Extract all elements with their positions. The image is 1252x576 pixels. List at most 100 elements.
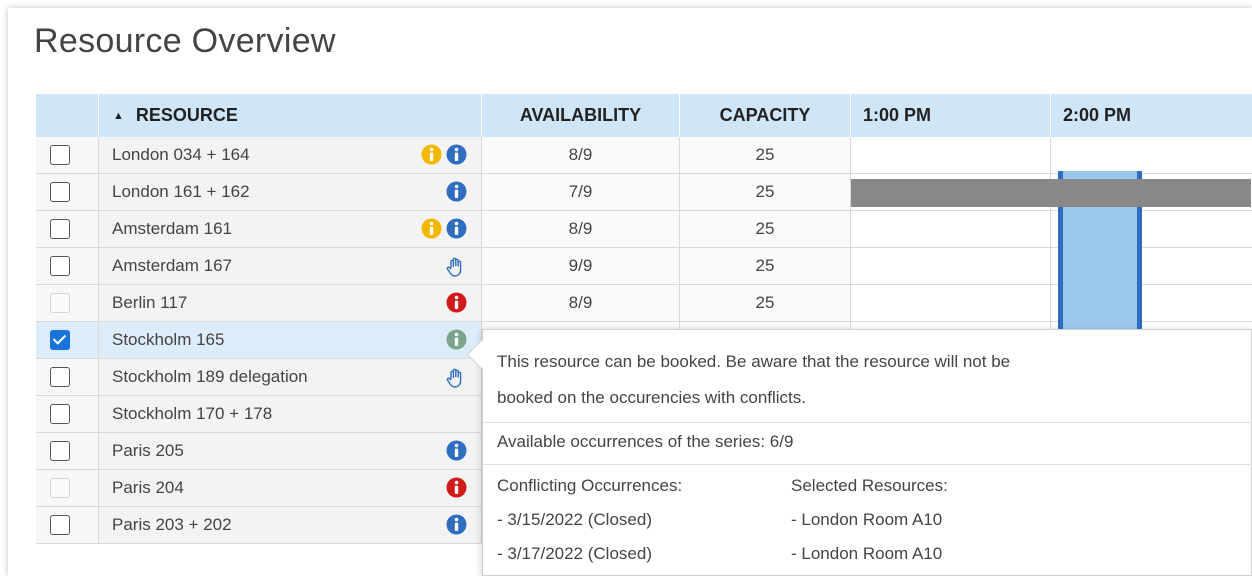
- error-info-icon[interactable]: [446, 477, 467, 498]
- select-cell: [36, 470, 99, 506]
- select-cell: [36, 174, 99, 210]
- resource-name: London 034 + 164: [112, 145, 250, 164]
- resource-cell[interactable]: Amsterdam 161: [99, 211, 482, 247]
- header-resource-label: RESOURCE: [135, 105, 238, 125]
- grid-header: ▲ RESOURCE AVAILABILITY CAPACITY 1:00 PM …: [36, 94, 1252, 138]
- select-cell: [36, 285, 99, 321]
- status-icons: [417, 218, 467, 240]
- resource-cell[interactable]: London 161 + 162: [99, 174, 482, 210]
- info-icon[interactable]: [446, 181, 467, 202]
- tooltip-message-line1: This resource can be booked. Be aware th…: [497, 352, 1011, 371]
- select-cell: [36, 248, 99, 284]
- row-checkbox[interactable]: [50, 219, 70, 239]
- resource-name: Paris 203 + 202: [112, 515, 232, 534]
- row-checkbox[interactable]: [50, 330, 70, 350]
- status-icons: [441, 366, 467, 388]
- availability-cell: 8/9: [482, 285, 680, 321]
- select-cell: [36, 396, 99, 432]
- row-checkbox[interactable]: [50, 145, 70, 165]
- resource-name: Paris 204: [112, 478, 184, 497]
- table-row[interactable]: London 034 + 164 8/9 25: [36, 137, 1252, 174]
- time-slot-1pm[interactable]: [851, 248, 1051, 284]
- select-cell: [36, 359, 99, 395]
- row-checkbox[interactable]: [50, 182, 70, 202]
- tooltip-message-line2: booked on the occurencies with conflicts…: [497, 388, 807, 407]
- select-cell: [36, 433, 99, 469]
- status-icons: [442, 292, 467, 314]
- status-icons: [417, 144, 467, 166]
- resource-cell[interactable]: Paris 205: [99, 433, 482, 469]
- resource-name: Stockholm 165: [112, 330, 225, 349]
- hand-icon[interactable]: [445, 255, 467, 277]
- status-icons: [441, 255, 467, 277]
- availability-tooltip: This resource can be booked. Be aware th…: [466, 329, 1252, 576]
- header-time-2pm: 2:00 PM: [1063, 105, 1132, 125]
- conflicting-occurrences-header: Conflicting Occurrences:: [497, 476, 683, 495]
- resource-cell[interactable]: Stockholm 170 + 178: [99, 396, 482, 432]
- availability-cell: 8/9: [482, 211, 680, 247]
- status-icons: [442, 514, 467, 536]
- status-icons: [442, 181, 467, 203]
- row-checkbox[interactable]: [50, 441, 70, 461]
- header-select-column: [36, 94, 99, 137]
- selected-resources-header: Selected Resources:: [791, 476, 948, 495]
- resource-cell[interactable]: Amsterdam 167: [99, 248, 482, 284]
- resource-name: Stockholm 170 + 178: [112, 404, 273, 423]
- time-slot-1pm[interactable]: [851, 137, 1051, 173]
- select-cell: [36, 211, 99, 247]
- time-slot-2pm[interactable]: [1051, 137, 1252, 173]
- selected-resource-item: - London Room A10: [791, 544, 943, 563]
- row-checkbox[interactable]: [50, 404, 70, 424]
- page-title: Resource Overview: [34, 22, 336, 60]
- header-resource[interactable]: ▲ RESOURCE: [99, 94, 482, 137]
- tooltip-divider: [483, 464, 1252, 465]
- row-checkbox: [50, 478, 70, 498]
- conflicting-occurrence-item: - 3/15/2022 (Closed): [497, 510, 652, 529]
- select-cell: [36, 507, 99, 543]
- availability-cell: 9/9: [482, 248, 680, 284]
- warning-info-icon[interactable]: [421, 218, 442, 239]
- resource-name: London 161 + 162: [112, 182, 250, 201]
- resource-name: Berlin 117: [112, 293, 188, 312]
- info-icon[interactable]: [446, 144, 467, 165]
- sort-ascending-icon: ▲: [113, 110, 124, 122]
- resource-cell[interactable]: London 034 + 164: [99, 137, 482, 173]
- busy-time-block: [851, 179, 1251, 207]
- status-icons: [442, 477, 467, 499]
- tooltip-divider: [483, 422, 1252, 423]
- available-info-icon[interactable]: [446, 329, 467, 350]
- info-icon[interactable]: [446, 218, 467, 239]
- header-capacity[interactable]: CAPACITY: [680, 94, 851, 137]
- capacity-cell: 25: [680, 211, 851, 247]
- info-icon[interactable]: [446, 440, 467, 461]
- row-checkbox: [50, 293, 70, 313]
- availability-cell: 8/9: [482, 137, 680, 173]
- warning-info-icon[interactable]: [421, 144, 442, 165]
- capacity-cell: 25: [680, 137, 851, 173]
- info-icon[interactable]: [446, 514, 467, 535]
- row-checkbox[interactable]: [50, 367, 70, 387]
- resource-cell[interactable]: Stockholm 165: [99, 322, 482, 358]
- select-cell: [36, 137, 99, 173]
- resource-name: Stockholm 189 delegation: [112, 367, 308, 386]
- row-checkbox[interactable]: [50, 256, 70, 276]
- tooltip-available-text: Available occurrences of the series: 6/9: [497, 432, 794, 451]
- resource-cell[interactable]: Paris 203 + 202: [99, 507, 482, 543]
- header-time-1pm: 1:00 PM: [851, 94, 1051, 137]
- status-icons: [442, 440, 467, 462]
- hand-icon[interactable]: [445, 366, 467, 388]
- resource-cell[interactable]: Stockholm 189 delegation: [99, 359, 482, 395]
- row-checkbox[interactable]: [50, 515, 70, 535]
- selected-resource-item: - London Room A10: [791, 510, 943, 529]
- time-slot-1pm[interactable]: [851, 211, 1051, 247]
- conflicting-occurrence-item: - 3/17/2022 (Closed): [497, 544, 652, 563]
- status-icons: [442, 329, 467, 351]
- header-availability[interactable]: AVAILABILITY: [482, 94, 680, 137]
- error-info-icon[interactable]: [446, 292, 467, 313]
- resource-cell[interactable]: Berlin 117: [99, 285, 482, 321]
- availability-cell: 7/9: [482, 174, 680, 210]
- capacity-cell: 25: [680, 174, 851, 210]
- resource-cell[interactable]: Paris 204: [99, 470, 482, 506]
- select-cell: [36, 322, 99, 358]
- time-slot-1pm[interactable]: [851, 285, 1051, 321]
